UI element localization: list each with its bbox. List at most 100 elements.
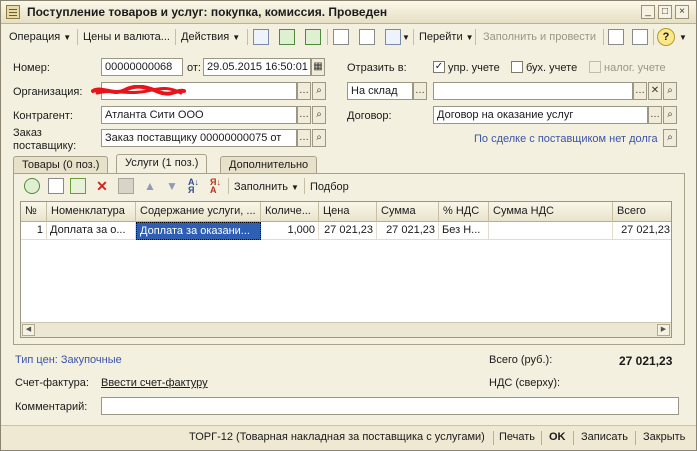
- deal-debt-link[interactable]: По сделке с поставщиком нет долга: [474, 133, 658, 145]
- movements-icon[interactable]: [359, 29, 375, 45]
- based-on-dropdown[interactable]: ▼: [399, 28, 410, 46]
- structure-icon[interactable]: [333, 29, 349, 45]
- column-header[interactable]: Всего: [613, 202, 671, 222]
- warehouse-search-icon[interactable]: ⌕: [663, 82, 677, 100]
- service-content-cell[interactable]: Доплата за оказани...: [136, 222, 261, 240]
- warehouse-select-button[interactable]: …: [413, 82, 427, 100]
- window-title: Поступление товаров и услуг: покупка, ко…: [27, 5, 388, 19]
- tab-additional[interactable]: Дополнительно: [220, 156, 318, 174]
- mgmt-accounting-label: упр. учете: [448, 62, 500, 74]
- post-icon[interactable]: [253, 29, 269, 45]
- counterparty-select-button[interactable]: …: [297, 106, 311, 124]
- delete-row-icon[interactable]: ✕: [94, 178, 110, 194]
- save-button[interactable]: Записать: [581, 431, 628, 443]
- warehouse-field[interactable]: На склад: [347, 82, 413, 100]
- print-button[interactable]: Печать: [499, 431, 535, 443]
- price-cell[interactable]: 27 021,23: [319, 222, 377, 240]
- goto-menu[interactable]: Перейти ▼: [415, 28, 478, 46]
- column-header[interactable]: №: [21, 202, 47, 222]
- fill-menu[interactable]: Заполнить ▼: [230, 178, 303, 196]
- actions-menu[interactable]: Действия ▼: [177, 28, 244, 46]
- settings-icon[interactable]: [632, 29, 648, 45]
- mgmt-accounting-checkbox[interactable]: ✓: [433, 61, 445, 73]
- move-up-icon[interactable]: ▲: [142, 178, 158, 194]
- tab-goods[interactable]: Товары (0 поз.): [13, 156, 109, 174]
- sort-ascending-icon[interactable]: A↓ Я: [188, 178, 204, 195]
- copy-row-icon[interactable]: [48, 178, 64, 194]
- torg12-print-button[interactable]: ТОРГ-12 (Товарная накладная за поставщик…: [189, 431, 485, 443]
- select-button[interactable]: Подбор: [306, 178, 353, 196]
- number-label: Номер:: [13, 62, 50, 74]
- vat-rate-cell[interactable]: Без Н...: [439, 222, 489, 240]
- date-field[interactable]: 29.05.2015 16:50:01: [203, 58, 311, 76]
- total-cell[interactable]: 27 021,23: [613, 222, 671, 240]
- list-icon[interactable]: [608, 29, 624, 45]
- order-field[interactable]: Заказ поставщику 00000000075 от: [101, 129, 297, 147]
- sort-descending-icon[interactable]: Я↓ A: [210, 178, 226, 195]
- fill-and-post-button[interactable]: Заполнить и провести: [479, 28, 600, 46]
- column-header[interactable]: Цена: [319, 202, 377, 222]
- edit-row-icon[interactable]: [70, 178, 86, 194]
- add-row-icon[interactable]: [24, 178, 40, 194]
- maximize-button[interactable]: □: [658, 5, 672, 19]
- order-select-button[interactable]: …: [297, 129, 311, 147]
- close-window-button[interactable]: Закрыть: [643, 431, 685, 443]
- price-type-link[interactable]: Тип цен: Закупочные: [15, 354, 122, 366]
- number-field[interactable]: 00000000068: [101, 58, 183, 76]
- quantity-cell[interactable]: 1,000: [261, 222, 319, 240]
- total-label: Всего (руб.):: [489, 354, 553, 366]
- warehouse-select-button-2[interactable]: …: [633, 82, 647, 100]
- contract-field[interactable]: Договор на оказание услуг: [433, 106, 648, 124]
- tab-services[interactable]: Услуги (1 поз.): [116, 154, 208, 174]
- services-table[interactable]: № Номенклатура Содержание услуги, ... Ко…: [20, 201, 672, 338]
- calendar-icon[interactable]: ▦: [311, 58, 325, 76]
- contract-select-button[interactable]: …: [648, 106, 662, 124]
- operation-menu[interactable]: Операция ▼: [5, 28, 75, 46]
- refresh-icon[interactable]: [279, 29, 295, 45]
- toolbar-separator: [475, 29, 476, 45]
- help-icon[interactable]: ?: [657, 28, 675, 46]
- warehouse-clear-icon[interactable]: ✕: [648, 82, 662, 100]
- document-window: Поступление товаров и услуг: покупка, ко…: [0, 0, 697, 451]
- close-button[interactable]: ×: [675, 5, 689, 19]
- table-row[interactable]: 1 Доплата за о... Доплата за оказани... …: [21, 222, 671, 240]
- order-label-line1: Заказ: [13, 127, 42, 139]
- prices-currency-button[interactable]: Цены и валюта...: [79, 28, 174, 46]
- main-toolbar: Операция ▼ Цены и валюта... Действия ▼ ▼ П…: [3, 26, 694, 48]
- acct-accounting-checkbox[interactable]: [511, 61, 523, 73]
- comment-field[interactable]: [101, 397, 679, 415]
- organization-select-button[interactable]: …: [297, 82, 311, 100]
- column-header[interactable]: Сумма: [377, 202, 439, 222]
- redaction-scribble: [91, 85, 186, 96]
- column-header[interactable]: Количе...: [261, 202, 319, 222]
- minimize-button[interactable]: _: [641, 5, 655, 19]
- column-header[interactable]: Сумма НДС: [489, 202, 613, 222]
- invoice-link[interactable]: Ввести счет-фактуру: [101, 377, 208, 389]
- order-search-icon[interactable]: ⌕: [312, 129, 326, 147]
- ok-button[interactable]: OK: [549, 431, 566, 443]
- bottom-separator: [493, 431, 494, 445]
- contract-search-icon[interactable]: ⌕: [663, 106, 677, 124]
- column-header[interactable]: % НДС: [439, 202, 489, 222]
- copy-icon[interactable]: [305, 29, 321, 45]
- row-number-cell[interactable]: 1: [21, 222, 47, 240]
- reflect-label: Отразить в:: [347, 62, 407, 74]
- horizontal-scrollbar[interactable]: ◀ ▶: [21, 322, 671, 337]
- column-header[interactable]: Содержание услуги, ...: [136, 202, 261, 222]
- deal-search-icon[interactable]: ⌕: [663, 129, 677, 147]
- counterparty-search-icon[interactable]: ⌕: [312, 106, 326, 124]
- scroll-right-icon[interactable]: ▶: [657, 324, 670, 336]
- counterparty-field[interactable]: Атланта Сити ООО: [101, 106, 297, 124]
- warehouse-value-field[interactable]: [433, 82, 633, 100]
- help-dropdown[interactable]: ▼: [676, 28, 687, 46]
- nomenclature-cell[interactable]: Доплата за о...: [47, 222, 136, 240]
- move-down-icon[interactable]: ▼: [164, 178, 180, 194]
- bottom-separator: [573, 431, 574, 445]
- end-edit-icon[interactable]: [118, 178, 134, 194]
- column-header[interactable]: Номенклатура: [47, 202, 136, 222]
- sum-cell[interactable]: 27 021,23: [377, 222, 439, 240]
- scroll-left-icon[interactable]: ◀: [22, 324, 35, 336]
- vat-sum-cell[interactable]: [489, 222, 613, 240]
- organization-search-icon[interactable]: ⌕: [312, 82, 326, 100]
- bottom-bar: ТОРГ-12 (Товарная накладная за поставщик…: [1, 425, 696, 450]
